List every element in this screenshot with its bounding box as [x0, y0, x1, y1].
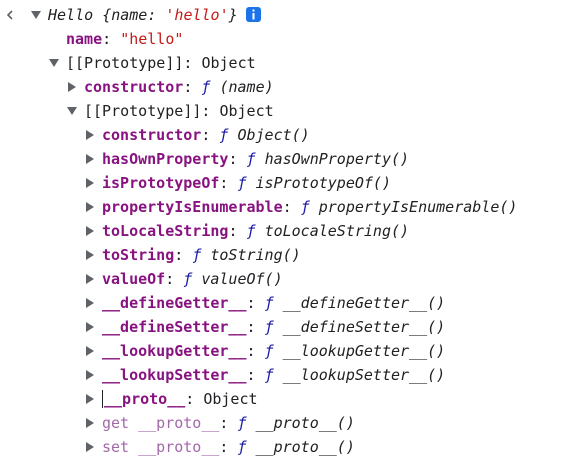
triangle-expanded-icon[interactable]: [67, 99, 79, 123]
function-signature: Object(): [237, 126, 310, 144]
triangle-collapsed-icon[interactable]: [85, 219, 97, 243]
property-key: __defineSetter__: [102, 318, 247, 336]
property-row[interactable]: constructor: ƒ (name): [0, 75, 583, 99]
object-preview: Hello {name: 'hello'}: [48, 3, 261, 27]
preview-value: 'hello': [165, 6, 229, 24]
property-key: name: [66, 30, 103, 48]
triangle-collapsed-icon[interactable]: [85, 243, 97, 267]
console-output: Hello {name: 'hello'} name: "hello" [[Pr…: [0, 3, 583, 459]
property-key: valueOf: [102, 270, 166, 288]
property-key: hasOwnProperty: [102, 150, 229, 168]
accessor-prefix: set: [102, 438, 130, 456]
function-signature: __lookupSetter__(): [282, 366, 446, 384]
property-key: __lookupSetter__: [102, 366, 247, 384]
member-row[interactable]: propertyIsEnumerable: ƒ propertyIsEnumer…: [0, 195, 583, 219]
prototype-row[interactable]: [[Prototype]]: Object: [0, 99, 583, 123]
prototype-row[interactable]: [[Prototype]]: Object: [0, 51, 583, 75]
function-symbol: ƒ: [237, 174, 247, 192]
triangle-collapsed-icon[interactable]: [85, 387, 97, 411]
text-cursor: [102, 389, 103, 408]
function-symbol: ƒ: [237, 438, 247, 456]
member-row[interactable]: __lookupSetter__: ƒ __lookupSetter__(): [0, 363, 583, 387]
function-symbol: ƒ: [264, 342, 274, 360]
triangle-expanded-icon[interactable]: [31, 3, 43, 27]
member-row[interactable]: __defineGetter__: ƒ __defineGetter__(): [0, 291, 583, 315]
function-signature: (name): [219, 78, 274, 96]
info-icon[interactable]: [245, 7, 261, 22]
property-key: __lookupGetter__: [102, 342, 247, 360]
function-symbol: ƒ: [300, 198, 310, 216]
function-symbol: ƒ: [264, 294, 274, 312]
function-symbol: ƒ: [246, 150, 256, 168]
function-symbol: ƒ: [264, 318, 274, 336]
function-signature: toLocaleString(): [264, 222, 410, 240]
class-name: Hello: [48, 6, 94, 24]
member-row[interactable]: __defineSetter__: ƒ __defineSetter__(): [0, 315, 583, 339]
property-key: constructor: [102, 126, 202, 144]
function-signature: __proto__(): [255, 414, 355, 432]
triangle-collapsed-icon[interactable]: [85, 411, 97, 435]
prototype-members: constructor: ƒ Object() hasOwnProperty: ƒ…: [0, 123, 583, 387]
member-row[interactable]: constructor: ƒ Object(): [0, 123, 583, 147]
triangle-collapsed-icon[interactable]: [85, 291, 97, 315]
member-row[interactable]: hasOwnProperty: ƒ hasOwnProperty(): [0, 147, 583, 171]
function-symbol: ƒ: [246, 222, 256, 240]
accessor-prefix: get: [102, 414, 130, 432]
property-row[interactable]: __proto__: Object: [0, 387, 583, 411]
member-row[interactable]: toLocaleString: ƒ toLocaleString(): [0, 219, 583, 243]
member-row[interactable]: isPrototypeOf: ƒ isPrototypeOf(): [0, 171, 583, 195]
function-signature: __lookupGetter__(): [282, 342, 446, 360]
chevron-left-icon: [5, 3, 19, 27]
property-key: constructor: [84, 78, 184, 96]
property-key: __proto__: [138, 438, 220, 456]
object-header-row[interactable]: Hello {name: 'hello'}: [0, 3, 583, 27]
function-signature: __proto__(): [255, 438, 355, 456]
property-value: Object: [203, 390, 258, 408]
triangle-collapsed-icon[interactable]: [85, 363, 97, 387]
function-symbol: ƒ: [219, 126, 229, 144]
property-key: isPrototypeOf: [102, 174, 220, 192]
prototype-value: Object: [201, 54, 256, 72]
property-row[interactable]: name: "hello": [0, 27, 583, 51]
property-key: __defineGetter__: [102, 294, 247, 312]
preview-key: name: [111, 6, 148, 24]
triangle-collapsed-icon[interactable]: [85, 339, 97, 363]
function-signature: toString(): [210, 246, 301, 264]
member-row[interactable]: toString: ƒ toString(): [0, 243, 583, 267]
getter-row[interactable]: get __proto__: ƒ __proto__(): [0, 411, 583, 435]
member-row[interactable]: __lookupGetter__: ƒ __lookupGetter__(): [0, 339, 583, 363]
triangle-collapsed-icon[interactable]: [85, 315, 97, 339]
triangle-collapsed-icon[interactable]: [85, 435, 97, 459]
function-symbol: ƒ: [264, 366, 274, 384]
triangle-collapsed-icon[interactable]: [85, 123, 97, 147]
function-signature: __defineSetter__(): [282, 318, 446, 336]
triangle-collapsed-icon[interactable]: [85, 195, 97, 219]
property-key: toLocaleString: [102, 222, 229, 240]
function-signature: propertyIsEnumerable(): [318, 198, 518, 216]
triangle-collapsed-icon[interactable]: [67, 75, 79, 99]
property-key: propertyIsEnumerable: [102, 198, 283, 216]
prototype-value: Object: [219, 102, 274, 120]
setter-row[interactable]: set __proto__: ƒ __proto__(): [0, 435, 583, 459]
prototype-label: [[Prototype]]: [84, 102, 202, 120]
function-signature: isPrototypeOf(): [255, 174, 391, 192]
triangle-collapsed-icon[interactable]: [85, 147, 97, 171]
triangle-expanded-icon[interactable]: [49, 51, 61, 75]
function-signature: valueOf(): [201, 270, 283, 288]
triangle-collapsed-icon[interactable]: [85, 171, 97, 195]
function-symbol: ƒ: [183, 270, 193, 288]
function-symbol: ƒ: [201, 78, 211, 96]
prototype-label: [[Prototype]]: [66, 54, 184, 72]
property-value: "hello": [120, 30, 184, 48]
triangle-collapsed-icon[interactable]: [85, 267, 97, 291]
property-key: __proto__: [104, 390, 186, 408]
property-key: __proto__: [138, 414, 220, 432]
function-signature: __defineGetter__(): [282, 294, 446, 312]
property-key: toString: [102, 246, 175, 264]
function-signature: hasOwnProperty(): [264, 150, 410, 168]
member-row[interactable]: valueOf: ƒ valueOf(): [0, 267, 583, 291]
function-symbol: ƒ: [192, 246, 202, 264]
function-symbol: ƒ: [237, 414, 247, 432]
